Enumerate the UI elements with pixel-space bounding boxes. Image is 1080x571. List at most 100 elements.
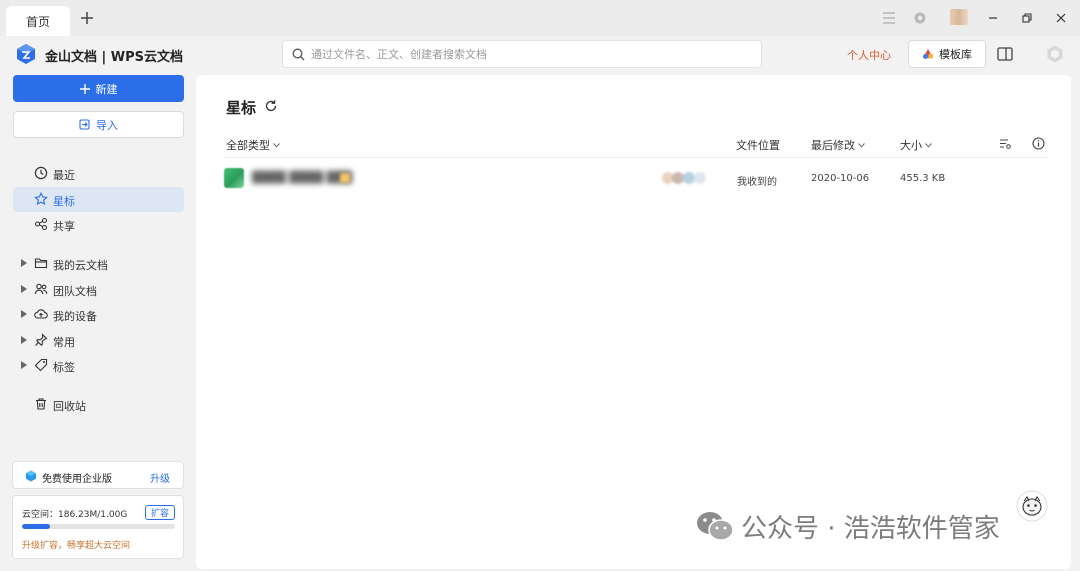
sidebar-item-label: 我的云文档 [53, 259, 108, 272]
refresh-icon[interactable] [264, 99, 278, 113]
side-panel-toggle-icon[interactable] [996, 45, 1014, 63]
template-library-label: 模板库 [939, 48, 972, 61]
app-brand: 金山文档 | WPS云文档 [45, 50, 184, 65]
sidebar-item-tags[interactable]: 标签 [13, 353, 184, 378]
upgrade-link[interactable]: 升级 [150, 470, 170, 485]
collaborator-avatars [662, 172, 706, 184]
expand-storage-button[interactable]: 扩容 [145, 505, 175, 520]
watermark-text: 公众号 · 浩浩软件管家 [741, 513, 1000, 544]
trash-icon [36, 398, 46, 410]
column-header-modified[interactable]: 最后修改 [811, 137, 865, 153]
tag-icon [34, 358, 48, 372]
enterprise-label: 免费使用企业版 [42, 474, 112, 485]
storage-progress-fill [22, 524, 50, 529]
import-icon [79, 119, 90, 130]
sidebar-item-label: 最近 [53, 169, 75, 182]
sidebar-item-label: 共享 [53, 220, 75, 233]
pin-icon [35, 333, 48, 346]
plus-icon [81, 12, 93, 24]
search-box[interactable] [282, 40, 762, 68]
share-icon [34, 217, 48, 231]
storage-usage-label: 云空间：186.23M/1.00G [22, 510, 128, 520]
menu-button[interactable] [879, 8, 899, 28]
personal-center-link[interactable]: 个人中心 [847, 47, 891, 63]
page-title: 星标 [226, 99, 257, 117]
menu-icon [883, 12, 895, 24]
file-size: 455.3 KB [900, 173, 946, 184]
enterprise-promo[interactable]: 免费使用企业版 升级 [12, 461, 184, 489]
type-filter-dropdown[interactable]: 全部类型 [226, 137, 280, 153]
info-icon[interactable] [1032, 137, 1045, 150]
sidebar-item-label: 星标 [53, 195, 75, 208]
file-modified: 2020-10-06 [811, 173, 870, 184]
minimize-button[interactable] [983, 8, 1003, 28]
tab-home-label: 首页 [25, 14, 50, 29]
sidebar-item-label: 我的设备 [53, 310, 97, 323]
header-divider [224, 157, 1048, 158]
tab-home[interactable]: 首页 [6, 6, 70, 36]
sidebar-item-shared[interactable]: 共享 [13, 212, 184, 237]
sidebar-item-trash[interactable]: 回收站 [13, 392, 184, 417]
storage-panel: 云空间：186.23M/1.00G 扩容 升级扩容，畅享超大云空间 [12, 495, 184, 559]
search-icon [292, 48, 305, 60]
chat-bubble-icon [914, 12, 926, 24]
chevron-down-icon [273, 142, 280, 148]
expand-arrow-icon[interactable] [21, 361, 27, 369]
type-filter-label: 全部类型 [226, 139, 270, 152]
sidebar-item-label: 常用 [53, 336, 75, 349]
kdocs-logo-icon [17, 44, 35, 64]
sidebar-item-label: 回收站 [53, 400, 86, 413]
app-header: 金山文档 | WPS云文档 个人中心 模板库 [0, 36, 1080, 74]
close-button[interactable] [1051, 8, 1071, 28]
expand-arrow-icon[interactable] [21, 336, 27, 344]
enterprise-cube-icon [26, 470, 36, 482]
column-size-label: 大小 [900, 139, 922, 152]
import-button-label: 导入 [96, 118, 118, 132]
clock-icon [34, 166, 48, 180]
cloud-icon [34, 309, 48, 319]
expand-arrow-icon[interactable] [21, 310, 27, 318]
file-row[interactable]: ████ ████ ███ 我收到的 2020-10-06 455.3 KB [224, 165, 1048, 193]
storage-promo-link[interactable]: 升级扩容，畅享超大云空间 [22, 538, 130, 551]
user-avatar[interactable] [950, 9, 968, 25]
import-button[interactable]: 导入 [13, 111, 184, 138]
folder-icon [34, 258, 48, 269]
column-header-location: 文件位置 [736, 137, 780, 153]
column-location-label: 文件位置 [736, 139, 780, 152]
template-icon [923, 49, 933, 59]
expand-storage-label: 扩容 [150, 509, 169, 519]
search-input[interactable] [311, 47, 731, 61]
expand-arrow-icon[interactable] [21, 259, 27, 267]
sidebar-item-label: 团队文档 [53, 285, 97, 298]
assistant-mascot-icon[interactable] [1016, 490, 1048, 522]
expand-arrow-icon[interactable] [21, 285, 27, 293]
new-button-label: 新建 [95, 82, 118, 96]
wechat-icon [697, 512, 734, 541]
restore-icon [1022, 13, 1032, 23]
file-name: ████ ████ ███ [252, 171, 353, 184]
sidebar-item-my-cloud-docs[interactable]: 我的云文档 [13, 251, 184, 276]
title-bar: 首页 [0, 0, 1080, 36]
sidebar-item-recent[interactable]: 最近 [13, 161, 184, 186]
main-panel: 星标 全部类型 文件位置 最后修改 大小 ████ ████ ███ 我收到的 … [196, 75, 1071, 569]
star-icon [34, 192, 48, 206]
sidebar-item-team-docs[interactable]: 团队文档 [13, 277, 184, 302]
hexagon-settings-icon[interactable] [1045, 44, 1065, 64]
sidebar-item-frequent[interactable]: 常用 [13, 328, 184, 353]
sidebar-item-my-devices[interactable]: 我的设备 [13, 302, 184, 327]
close-icon [1056, 13, 1066, 23]
watermark: 公众号 · 浩浩软件管家 [695, 506, 1000, 546]
column-header-size[interactable]: 大小 [900, 137, 932, 153]
message-button[interactable] [910, 8, 930, 28]
new-button[interactable]: 新建 [13, 75, 184, 102]
view-settings-icon[interactable] [999, 138, 1011, 149]
restore-button[interactable] [1017, 8, 1037, 28]
sidebar-item-starred[interactable]: 星标 [13, 187, 184, 212]
template-library-button[interactable]: 模板库 [908, 40, 986, 68]
chevron-down-icon [925, 142, 932, 148]
storage-progress-bar [22, 524, 175, 529]
file-tag-icon [340, 173, 350, 183]
file-location: 我收到的 [737, 177, 777, 188]
add-tab-button[interactable] [77, 8, 97, 28]
team-icon [34, 283, 48, 295]
